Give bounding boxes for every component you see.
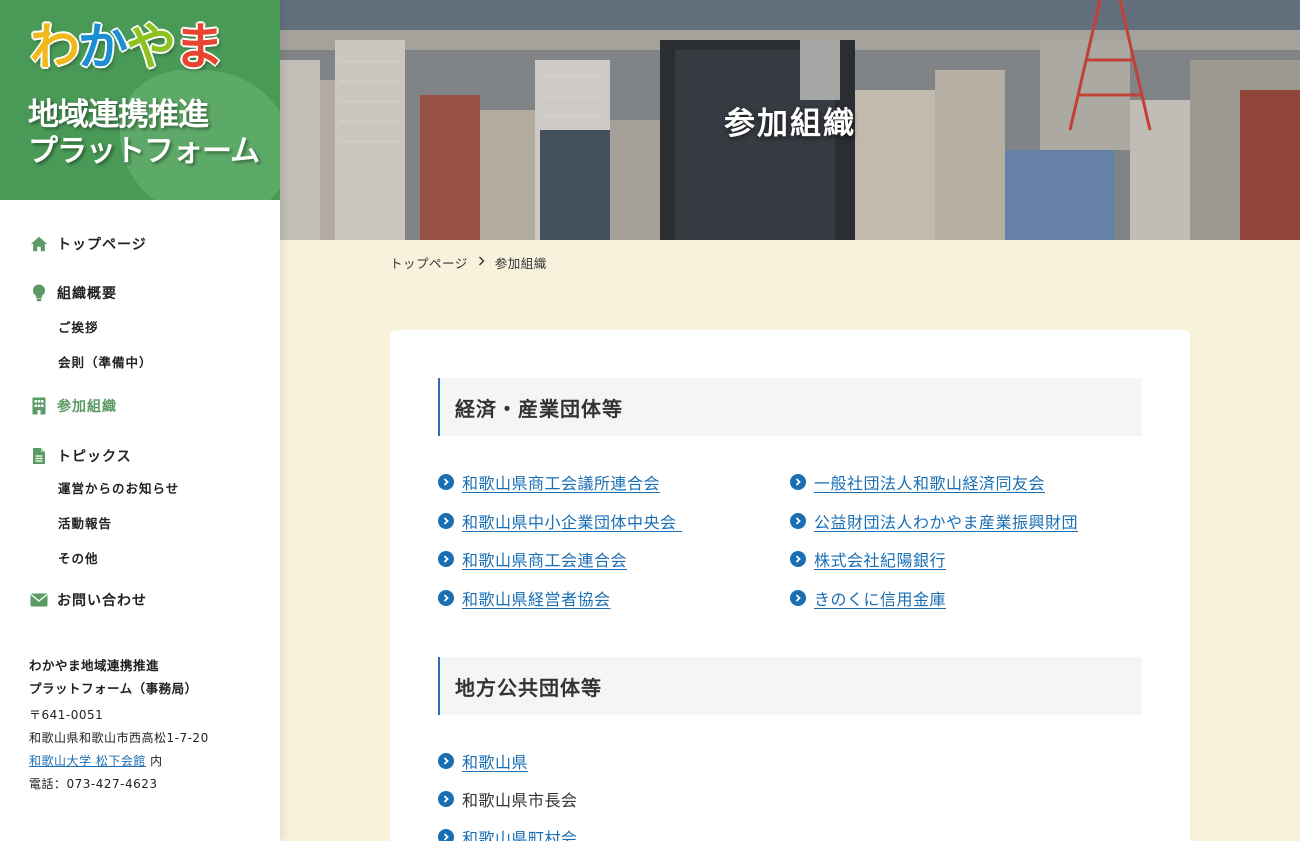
org-link[interactable]: 和歌山県町村会 [462, 825, 578, 841]
org-link[interactable]: 和歌山県中小企業団体中央会 [462, 509, 682, 533]
list-item: 和歌山県中小企業団体中央会 [438, 509, 682, 533]
org-name: 和歌山県市長会 [462, 791, 578, 810]
hero-banner: 参加組織 [280, 0, 1300, 240]
chevron-circle-icon [790, 474, 806, 490]
chevron-circle-icon [438, 474, 454, 490]
nav-item-label: 参加組織 [57, 399, 117, 415]
list-item: 公益財団法人わかやま産業振興財団 [790, 509, 1078, 533]
office-name-line2: プラットフォーム（事務局） [29, 681, 198, 696]
nav-subitem-reports[interactable]: 活動報告 [0, 506, 280, 541]
envelope-icon [30, 591, 48, 609]
home-icon [30, 235, 48, 253]
chevron-circle-icon [438, 590, 454, 606]
list-item: 一般社団法人和歌山経済同友会 [790, 470, 1045, 494]
list-item: 和歌山県商工会連合会 [438, 547, 627, 571]
chevron-circle-icon [790, 551, 806, 567]
chevron-right-icon [478, 256, 485, 269]
org-link[interactable]: 和歌山県 [462, 749, 528, 773]
breadcrumb: トップページ 参加組織 [390, 253, 547, 272]
nav-item-overview[interactable]: 組織概要 [0, 279, 280, 307]
nav-subitem-news[interactable]: 運営からのお知らせ [0, 471, 280, 506]
org-link[interactable]: 和歌山県商工会議所連合会 [462, 470, 660, 494]
logo-char: わ [29, 18, 81, 76]
chevron-circle-icon [438, 829, 454, 841]
list-item: 和歌山県市長会 [438, 787, 578, 811]
nav-item-label: お問い合わせ [57, 593, 147, 609]
nav-item-label: 組織概要 [57, 286, 117, 302]
office-building: 和歌山大学 松下会館 内 [29, 750, 209, 773]
office-street: 和歌山県和歌山市西高松1-7-20 [29, 731, 209, 745]
office-zip: 〒641-0051 [29, 708, 104, 722]
chevron-circle-icon [790, 513, 806, 529]
section-heading-government: 地方公共団体等 [438, 657, 1142, 715]
document-icon [30, 447, 48, 465]
building-link[interactable]: 和歌山大学 松下会館 [29, 754, 146, 768]
chevron-circle-icon [790, 590, 806, 606]
breadcrumb-current: 参加組織 [494, 256, 547, 271]
sidebar-nav: トップページ 組織概要 ご挨拶 会則（準備中） 参加組織 トピックス 運営からの… [0, 200, 280, 614]
office-name-line1: わかやま地域連携推進 [29, 658, 160, 673]
office-address: わかやま地域連携推進 プラットフォーム（事務局） 〒641-0051 和歌山県和… [29, 654, 209, 796]
lightbulb-icon [30, 284, 48, 302]
sidebar: わかやま 地域連携推進 プラットフォーム トップページ 組織概要 ご挨拶 会則（… [0, 0, 280, 841]
page-title: 参加組織 [724, 106, 856, 142]
logo-char: ま [173, 18, 225, 76]
nav-item-contact[interactable]: お問い合わせ [0, 586, 280, 614]
logo-subtitle-line1: 地域連携推進 [28, 97, 209, 133]
nav-item-members[interactable]: 参加組織 [0, 392, 280, 420]
nav-item-top[interactable]: トップページ [0, 230, 280, 258]
list-item: 和歌山県 [438, 749, 528, 773]
chevron-circle-icon [438, 753, 454, 769]
org-link[interactable]: 一般社団法人和歌山経済同友会 [814, 470, 1045, 494]
content-card: 経済・産業団体等 和歌山県商工会議所連合会 和歌山県中小企業団体中央会 和歌山県… [390, 330, 1190, 841]
chevron-circle-icon [438, 551, 454, 567]
logo-subtitle-line2: プラットフォーム [28, 134, 260, 169]
org-link[interactable]: 株式会社紀陽銀行 [814, 547, 946, 571]
org-link[interactable]: 公益財団法人わかやま産業振興財団 [814, 509, 1078, 533]
nav-item-label: トピックス [57, 449, 132, 465]
logo-char: や [125, 18, 177, 76]
office-tel: 電話：073-427-4623 [29, 777, 158, 791]
nav-item-label: トップページ [57, 237, 147, 253]
nav-subitem-rules[interactable]: 会則（準備中） [0, 345, 280, 380]
nav-subitem-other[interactable]: その他 [0, 541, 280, 576]
breadcrumb-home[interactable]: トップページ [390, 253, 468, 272]
list-item: 和歌山県経営者協会 [438, 586, 611, 610]
nav-item-topics[interactable]: トピックス [0, 442, 280, 470]
building-suffix: 内 [145, 754, 163, 768]
nav-subitem-greeting[interactable]: ご挨拶 [0, 310, 280, 345]
chevron-circle-icon [438, 513, 454, 529]
section-heading-economy: 経済・産業団体等 [438, 378, 1142, 436]
list-item: 和歌山県商工会議所連合会 [438, 470, 660, 494]
chevron-circle-icon [438, 791, 454, 807]
logo-title: わかやま [29, 21, 225, 73]
org-link[interactable]: きのくに信用金庫 [814, 586, 946, 610]
logo-char: か [77, 18, 129, 76]
list-item: きのくに信用金庫 [790, 586, 946, 610]
list-item: 株式会社紀陽銀行 [790, 547, 946, 571]
org-link[interactable]: 和歌山県経営者協会 [462, 586, 611, 610]
site-logo[interactable]: わかやま 地域連携推進 プラットフォーム [0, 0, 280, 200]
org-link[interactable]: 和歌山県商工会連合会 [462, 547, 627, 571]
list-item: 和歌山県町村会 [438, 825, 578, 841]
building-icon [30, 397, 48, 415]
